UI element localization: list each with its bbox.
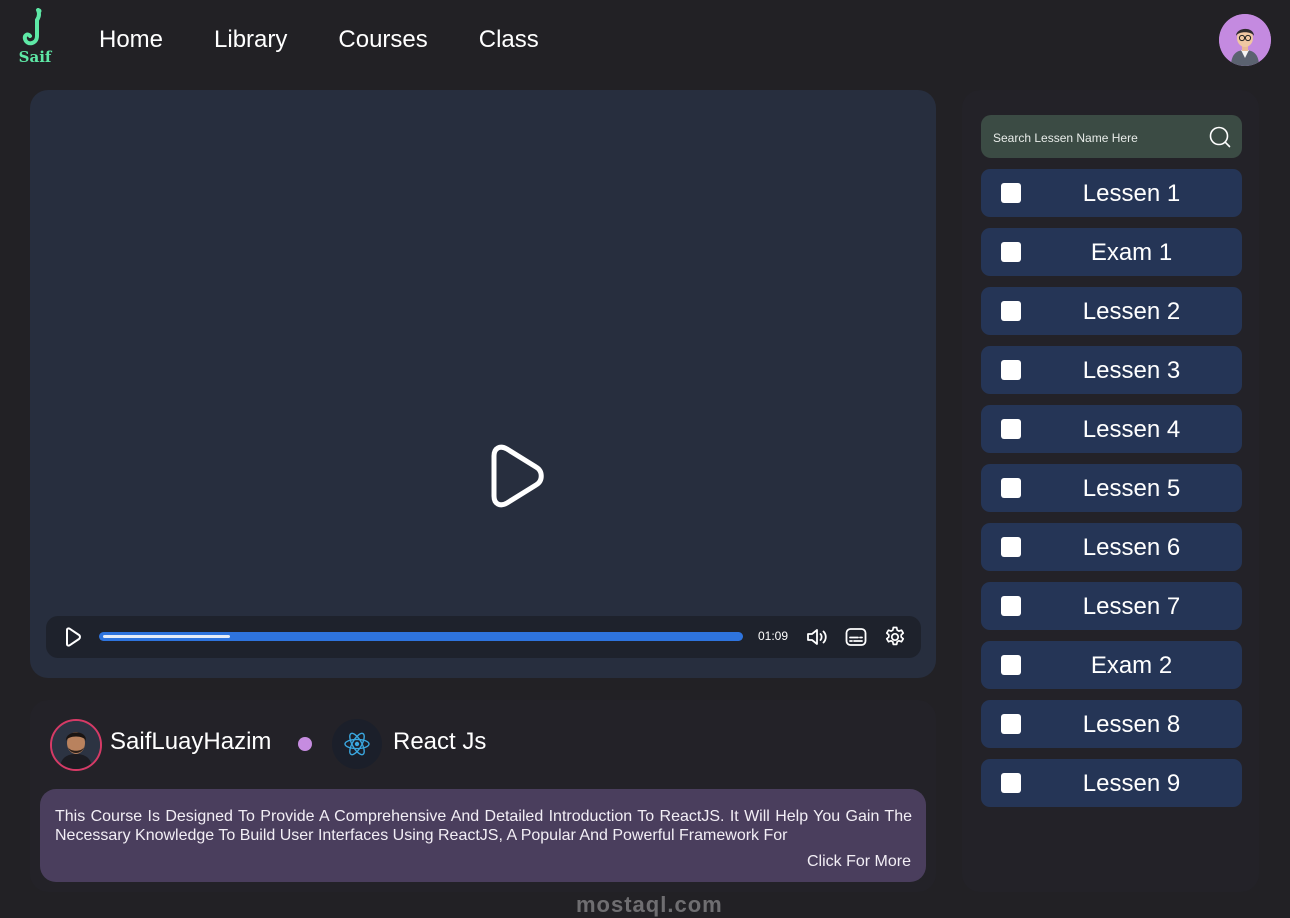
lesson-item[interactable]: Lessen 8 [981,700,1242,748]
instructor-avatar[interactable] [50,719,102,771]
time-display: 01:09 [758,629,789,643]
search-box [981,115,1242,160]
player-controls: 01:09 [46,616,921,658]
play-icon[interactable] [60,625,84,649]
user-avatar[interactable] [1219,14,1271,66]
main-nav: Home Library Courses Class [99,22,590,58]
lesson-item[interactable]: Lessen 7 [981,582,1242,630]
course-name[interactable]: React Js [393,728,486,756]
lesson-sidebar: Lessen 1 Exam 1 Lessen 2 Lessen 3 Lessen… [962,90,1259,892]
lesson-list: Lessen 1 Exam 1 Lessen 2 Lessen 3 Lessen… [981,169,1242,818]
lesson-checkbox[interactable] [1001,301,1021,321]
lesson-checkbox[interactable] [1001,478,1021,498]
nav-library[interactable]: Library [214,22,287,58]
watermark: mostaql.com [576,892,723,917]
lesson-item[interactable]: Lessen 6 [981,523,1242,571]
lesson-label: Lessen 5 [1082,475,1181,502]
lesson-label: Lessen 4 [1082,416,1181,443]
lesson-checkbox[interactable] [1001,714,1021,734]
search-input[interactable] [991,115,1205,160]
lesson-item[interactable]: Lessen 1 [981,169,1242,217]
lesson-checkbox[interactable] [1001,655,1021,675]
lesson-item[interactable]: Lessen 4 [981,405,1242,453]
lesson-label: Lessen 7 [1082,593,1181,620]
separator-dot [298,737,312,751]
nav-class[interactable]: Class [479,22,539,58]
search-icon[interactable] [1208,125,1232,149]
lesson-item[interactable]: Lessen 3 [981,346,1242,394]
lesson-checkbox[interactable] [1001,596,1021,616]
lesson-label: Lessen 8 [1082,711,1181,738]
course-description[interactable]: This Course Is Designed To Provide A Com… [40,789,926,917]
video-player[interactable]: 01:09 [30,90,936,678]
lesson-label: Lessen 2 [1082,298,1181,325]
lesson-checkbox[interactable] [1001,242,1021,262]
lesson-item[interactable]: Exam 1 [981,228,1242,276]
logo-text: Saif [18,48,52,66]
lesson-item[interactable]: Lessen 2 [981,287,1242,335]
instructor-avatar-image [52,721,100,769]
instructor-name[interactable]: SaifLuayHazim [110,728,271,756]
captions-icon[interactable] [844,625,868,649]
lesson-checkbox[interactable] [1001,537,1021,557]
lesson-label: Exam 1 [1090,239,1173,266]
volume-icon[interactable] [805,625,829,649]
react-logo-icon [332,719,382,769]
click-for-more-link[interactable]: Click For More [807,853,911,871]
lesson-label: Lessen 9 [1082,770,1181,797]
logo-icon [22,8,42,46]
lesson-checkbox[interactable] [1001,419,1021,439]
settings-icon[interactable] [883,625,907,649]
lesson-checkbox[interactable] [1001,360,1021,380]
lesson-checkbox[interactable] [1001,773,1021,793]
play-icon-large[interactable] [476,440,548,512]
nav-home[interactable]: Home [99,22,163,58]
lesson-label: Lessen 6 [1082,534,1181,561]
lesson-item[interactable]: Lessen 9 [981,759,1242,807]
lesson-label: Exam 2 [1090,652,1173,679]
lesson-label: Lessen 1 [1082,180,1181,207]
progress-bar[interactable] [99,632,743,641]
logo[interactable]: Saif [16,8,54,72]
progress-fill [103,635,230,638]
lesson-checkbox[interactable] [1001,183,1021,203]
course-info-panel: SaifLuayHazim React Js This Course Is De… [30,700,936,917]
description-text: This Course Is Designed To Provide A Com… [55,808,912,844]
user-avatar-image [1219,14,1271,66]
nav-courses[interactable]: Courses [338,22,427,58]
lesson-item[interactable]: Lessen 5 [981,464,1242,512]
lesson-label: Lessen 3 [1082,357,1181,384]
lesson-item[interactable]: Exam 2 [981,641,1242,689]
